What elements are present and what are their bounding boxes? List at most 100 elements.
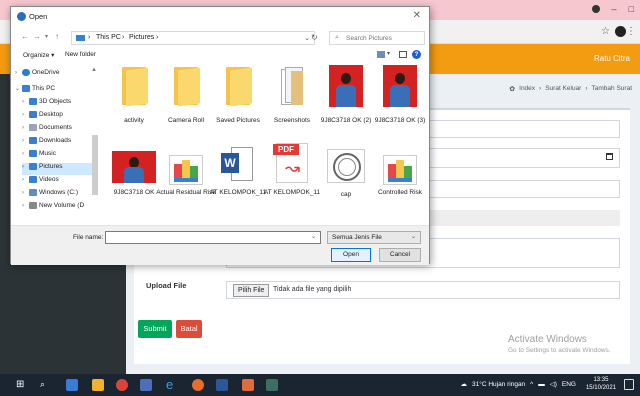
path-dropdown-icon[interactable]: ⌄ <box>304 34 310 42</box>
weather-icon[interactable]: ☁ <box>460 380 467 388</box>
clock[interactable]: 13:35 15/10/2021 <box>586 376 616 392</box>
expand-icon[interactable]: › <box>22 190 29 196</box>
file-item-photo-2[interactable]: 9J8C3718 OK (2) <box>315 65 377 125</box>
nav-item-downloads[interactable]: › Downloads <box>22 137 71 149</box>
expand-icon[interactable]: › <box>22 151 29 157</box>
file-label: AT KELOMPOK_11 <box>263 189 321 196</box>
file-item-saved-pictures[interactable]: Saved Pictures <box>207 67 269 125</box>
expand-icon[interactable]: › <box>15 70 22 76</box>
file-item-at-kelompok-pdf[interactable]: PDF ↝ AT KELOMPOK_11 <box>261 143 323 197</box>
firefox-icon[interactable] <box>192 379 204 391</box>
expand-icon[interactable]: › <box>22 138 29 144</box>
preview-pane-icon[interactable] <box>399 51 407 58</box>
cancel-button[interactable]: Cancel <box>379 248 421 262</box>
path-pictures[interactable]: Pictures <box>129 34 154 41</box>
office-icon[interactable] <box>242 379 254 391</box>
choose-file-button[interactable]: Pilih File <box>233 284 270 297</box>
forward-icon[interactable]: → <box>33 32 41 41</box>
up-icon[interactable]: ↑ <box>55 32 59 41</box>
open-button[interactable]: Open <box>331 248 371 262</box>
file-list: activity Camera Roll Saved Pictures Scre… <box>103 63 429 223</box>
batal-button[interactable]: Batal <box>176 320 202 338</box>
nav-item-pictures[interactable]: › Pictures <box>22 163 92 175</box>
notification-icon[interactable] <box>624 379 634 390</box>
record-icon[interactable] <box>591 5 600 13</box>
file-type-dropdown-icon[interactable]: ⌄ <box>411 233 416 240</box>
new-folder-button[interactable]: New folder <box>65 51 96 58</box>
refresh-icon[interactable]: ↻ <box>311 33 318 42</box>
expand-icon[interactable]: › <box>22 164 29 170</box>
organize-menu[interactable]: Organize ▾ <box>23 51 54 59</box>
file-item-at-kelompok-docx[interactable]: W AT KELOMPOK_11 <box>207 147 269 197</box>
file-item-photo-3[interactable]: 9J8C3718 OK (3) <box>369 65 431 125</box>
file-label: cap <box>340 191 352 198</box>
scroll-thumb[interactable] <box>92 135 98 195</box>
search-icon[interactable]: ⌕ <box>40 379 52 391</box>
edge-icon[interactable]: e <box>166 377 178 392</box>
expand-icon[interactable]: › <box>22 112 29 118</box>
word-glyph: W <box>221 153 239 173</box>
expand-icon[interactable]: › <box>22 125 29 131</box>
nav-scrollbar[interactable]: ▲ <box>91 67 99 221</box>
windows-start-icon[interactable]: ⊞ <box>16 379 28 391</box>
nav-item-this-pc[interactable]: ⌄ This PC <box>15 85 55 97</box>
nav-item-onedrive[interactable]: › OneDrive <box>15 69 59 81</box>
recent-dropdown-icon[interactable]: ▾ <box>45 33 48 40</box>
expand-icon[interactable]: › <box>22 177 29 183</box>
nav-label: Videos <box>39 176 59 184</box>
nav-item-videos[interactable]: › Videos <box>22 176 59 188</box>
nav-item-windows-c[interactable]: › Windows (C:) <box>22 189 78 201</box>
path-sep: › <box>122 34 125 41</box>
nav-item-new-volume-d[interactable]: › New Volume (D <box>22 202 84 214</box>
nav-item-documents[interactable]: › Documents <box>22 124 72 136</box>
view-dropdown-icon[interactable]: ▾ <box>387 50 395 57</box>
task-view-icon[interactable] <box>66 379 78 391</box>
view-options-icon[interactable] <box>377 51 385 58</box>
nav-item-3d-objects[interactable]: › 3D Objects <box>22 98 71 110</box>
file-type-select[interactable]: Semua Jenis File ⌄ <box>327 231 421 244</box>
minimize-icon[interactable]: – <box>612 4 617 14</box>
expand-icon[interactable]: › <box>22 99 29 105</box>
calendar-icon[interactable] <box>606 153 613 160</box>
expand-icon[interactable]: › <box>22 203 29 209</box>
downloads-icon <box>29 137 37 144</box>
scroll-up-icon[interactable]: ▲ <box>91 67 97 73</box>
close-icon[interactable]: ✕ <box>413 10 421 21</box>
profile-avatar-icon[interactable] <box>615 26 626 37</box>
search-input[interactable] <box>346 33 422 44</box>
back-icon[interactable]: ← <box>21 32 29 41</box>
file-name-input[interactable]: ⌄ <box>105 231 321 244</box>
file-item-screenshots[interactable]: Screenshots <box>261 67 323 125</box>
collapse-icon[interactable]: ⌄ <box>15 85 22 92</box>
address-path[interactable]: › This PC › Pictures › ⌄ <box>71 31 315 45</box>
file-item-controlled-risk[interactable]: Controlled Risk <box>369 155 431 197</box>
breadcrumb: ✿ Index › Surat Keluar › Tambah Surat <box>509 85 632 93</box>
word-taskbar-icon[interactable] <box>216 379 228 391</box>
file-input[interactable]: Pilih File Tidak ada file yang dipilih <box>226 281 620 299</box>
browser-menu-icon[interactable]: ⋮ <box>626 26 636 37</box>
file-explorer-icon[interactable] <box>92 379 104 391</box>
network-icon[interactable]: ▬ <box>538 381 545 388</box>
help-icon[interactable]: ? <box>412 50 421 59</box>
maximize-icon[interactable]: □ <box>629 4 634 14</box>
bookmark-star-icon[interactable]: ☆ <box>601 26 610 37</box>
breadcrumb-index[interactable]: Index <box>519 85 535 93</box>
file-item-cap[interactable]: cap <box>315 149 377 199</box>
user-name[interactable]: Ratu Citra <box>594 54 630 63</box>
search-box[interactable]: ⌕ <box>329 31 425 45</box>
weather-text[interactable]: 31°C Hujan ringan <box>472 381 525 388</box>
submit-button[interactable]: Submit <box>138 320 172 338</box>
language[interactable]: ENG <box>562 381 576 388</box>
chrome-icon[interactable] <box>116 379 128 391</box>
path-this-pc[interactable]: This PC <box>96 34 121 41</box>
tray-chevron-icon[interactable]: ^ <box>530 381 533 388</box>
nav-item-desktop[interactable]: › Desktop <box>22 111 63 123</box>
volume-icon[interactable]: ◁) <box>550 380 557 388</box>
app2-icon[interactable] <box>266 379 278 391</box>
breadcrumb-surat-keluar[interactable]: Surat Keluar <box>545 85 581 93</box>
nav-item-music[interactable]: › Music <box>22 150 56 162</box>
file-name-dropdown-icon[interactable]: ⌄ <box>311 233 316 240</box>
chrome-logo-icon <box>17 12 26 21</box>
app-icon[interactable] <box>140 379 152 391</box>
nav-label: Downloads <box>39 137 72 145</box>
